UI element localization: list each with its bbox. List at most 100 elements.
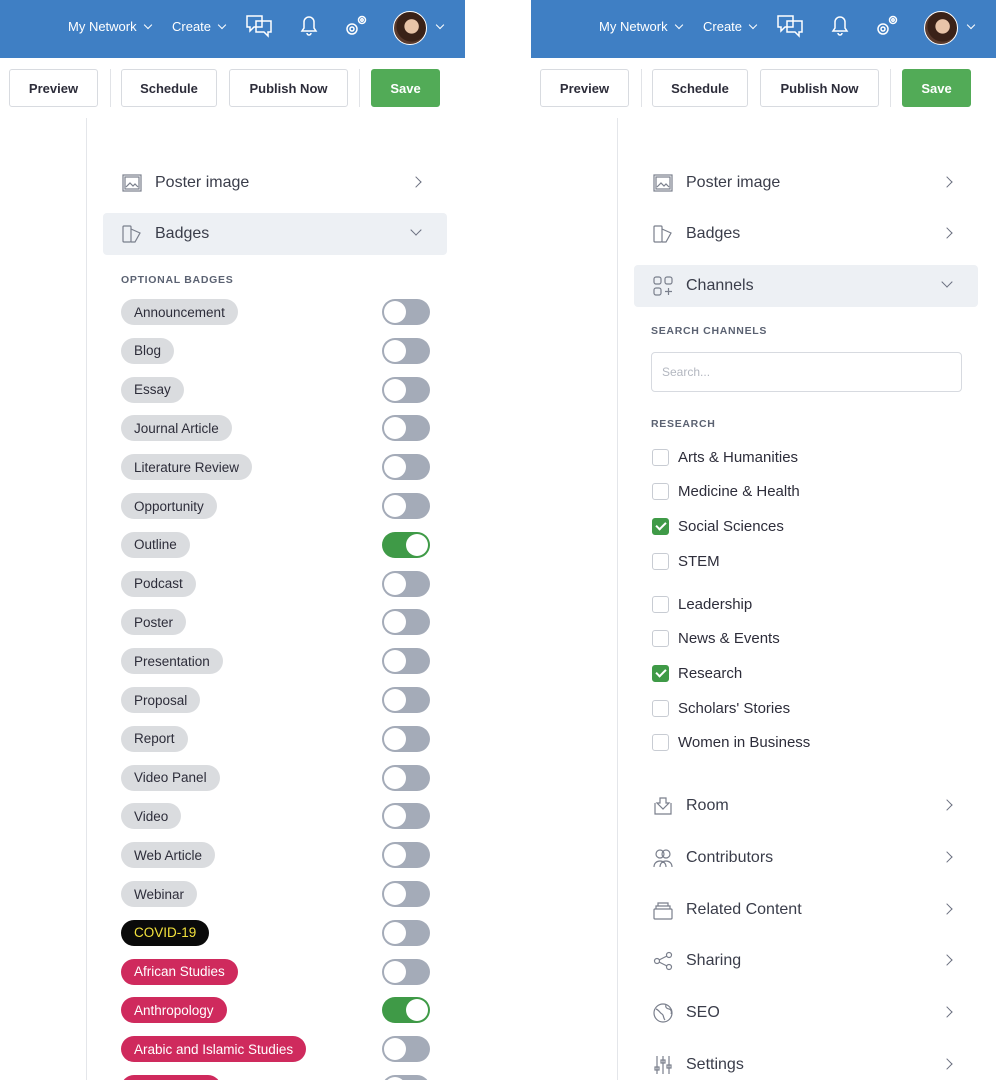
badge-pill: Anthropology [121,997,227,1024]
my-network-label: My Network [68,19,137,34]
avatar[interactable] [393,11,427,45]
chevron-down-icon[interactable] [435,20,445,30]
section-badges[interactable]: Badges [103,213,447,255]
badge-toggle[interactable] [382,687,430,713]
chevron-right-icon [410,176,422,188]
channel-checkbox[interactable] [652,664,669,682]
chevron-down-icon[interactable] [966,20,976,30]
section-seo[interactable]: SEO [634,992,978,1034]
badge-row: Video [121,803,431,830]
chat-icon[interactable] [775,11,805,41]
bell-icon[interactable] [294,11,324,41]
section-contributors[interactable]: Contributors [634,837,978,879]
my-network-menu[interactable]: My Network [599,19,683,34]
badge-row: Podcast [121,570,431,597]
channel-option[interactable]: Leadership [652,594,752,614]
badge-toggle[interactable] [382,1075,430,1080]
badge-row: Blog [121,337,431,364]
channel-option[interactable]: Arts & Humanities [652,447,798,467]
badge-toggle[interactable] [382,842,430,869]
badge-toggle[interactable] [382,376,430,403]
channel-option[interactable]: Research [652,663,742,683]
channel-checkbox[interactable] [652,517,669,535]
save-button[interactable]: Save [902,69,971,107]
badge-toggle[interactable] [382,725,430,752]
badge-toggle[interactable] [382,609,430,636]
toolbar-divider [359,69,360,107]
badge-toggle[interactable] [382,958,430,985]
channel-option[interactable]: Medicine & Health [652,482,800,502]
avatar[interactable] [924,11,958,45]
badge-toggle[interactable] [382,764,430,791]
channel-checkbox[interactable] [652,448,669,466]
chevron-down-icon [143,20,152,29]
my-network-menu[interactable]: My Network [68,19,152,34]
badge-toggle[interactable] [382,337,430,364]
section-label: Channels [686,277,754,294]
bell-icon[interactable] [825,11,855,41]
badge-toggle[interactable] [382,570,430,597]
badge-toggle[interactable] [382,881,430,907]
channel-option[interactable]: Women in Business [652,733,810,753]
schedule-button[interactable]: Schedule [121,69,217,107]
channel-option[interactable]: STEM [652,551,720,571]
section-label: Badges [686,225,741,242]
create-menu[interactable]: Create [703,19,758,34]
channel-checkbox[interactable] [652,595,669,613]
chat-icon[interactable] [244,11,274,41]
channel-checkbox[interactable] [652,552,669,570]
badge-pill: Report [121,725,188,752]
badge-pill: Video Panel [121,764,220,791]
channel-checkbox[interactable] [652,699,669,717]
badge-toggle[interactable] [382,803,430,830]
badge-pill: Essay [121,376,184,403]
badge-row: Webinar [121,881,431,907]
section-sharing[interactable]: Sharing [634,940,978,982]
badge-toggle[interactable] [382,531,430,558]
channel-checkbox[interactable] [652,483,669,501]
badge-icon [651,222,675,246]
schedule-button[interactable]: Schedule [652,69,748,107]
section-channels[interactable]: Channels [634,265,978,307]
channel-checkbox[interactable] [652,630,669,648]
chevron-right-icon [941,851,953,863]
badge-row: Essay [121,376,431,403]
section-label: SEO [686,1004,720,1022]
channel-option[interactable]: Social Sciences [652,516,784,536]
preview-button[interactable]: Preview [540,69,629,107]
settings-gears-icon[interactable] [340,11,370,41]
badge-toggle[interactable] [382,454,430,481]
channel-search-input[interactable] [651,352,962,392]
section-poster-image[interactable]: Poster image [103,162,447,204]
section-poster-image[interactable]: Poster image [634,162,978,204]
section-settings[interactable]: Settings [634,1044,978,1080]
section-room[interactable]: Room [634,785,978,827]
save-button[interactable]: Save [371,69,440,107]
badge-pill [121,1075,221,1080]
badge-toggle[interactable] [382,299,430,325]
badge-row: Presentation [121,648,431,675]
publish-now-button[interactable]: Publish Now [760,69,879,107]
badge-pill: Announcement [121,299,238,325]
channel-checkbox[interactable] [652,734,669,752]
section-badges[interactable]: Badges [634,213,978,255]
section-label: Badges [155,225,210,242]
badge-toggle[interactable] [382,997,430,1024]
optional-badges-heading: OPTIONAL BADGES [121,274,234,286]
badge-row: Proposal [121,687,431,713]
badge-row: Announcement [121,299,431,325]
section-related-content[interactable]: Related Content [634,889,978,931]
badge-toggle[interactable] [382,919,430,946]
chevron-right-icon [941,176,953,188]
settings-gears-icon[interactable] [871,11,901,41]
badge-toggle[interactable] [382,648,430,675]
preview-button[interactable]: Preview [9,69,98,107]
badge-toggle[interactable] [382,493,430,519]
badge-toggle[interactable] [382,415,430,442]
channels-panel: My Network Create Preview Schedule Publi… [531,0,996,1080]
publish-now-button[interactable]: Publish Now [229,69,348,107]
channel-option[interactable]: Scholars' Stories [652,698,790,718]
create-menu[interactable]: Create [172,19,227,34]
badge-toggle[interactable] [382,1036,430,1063]
channel-option[interactable]: News & Events [652,629,780,649]
